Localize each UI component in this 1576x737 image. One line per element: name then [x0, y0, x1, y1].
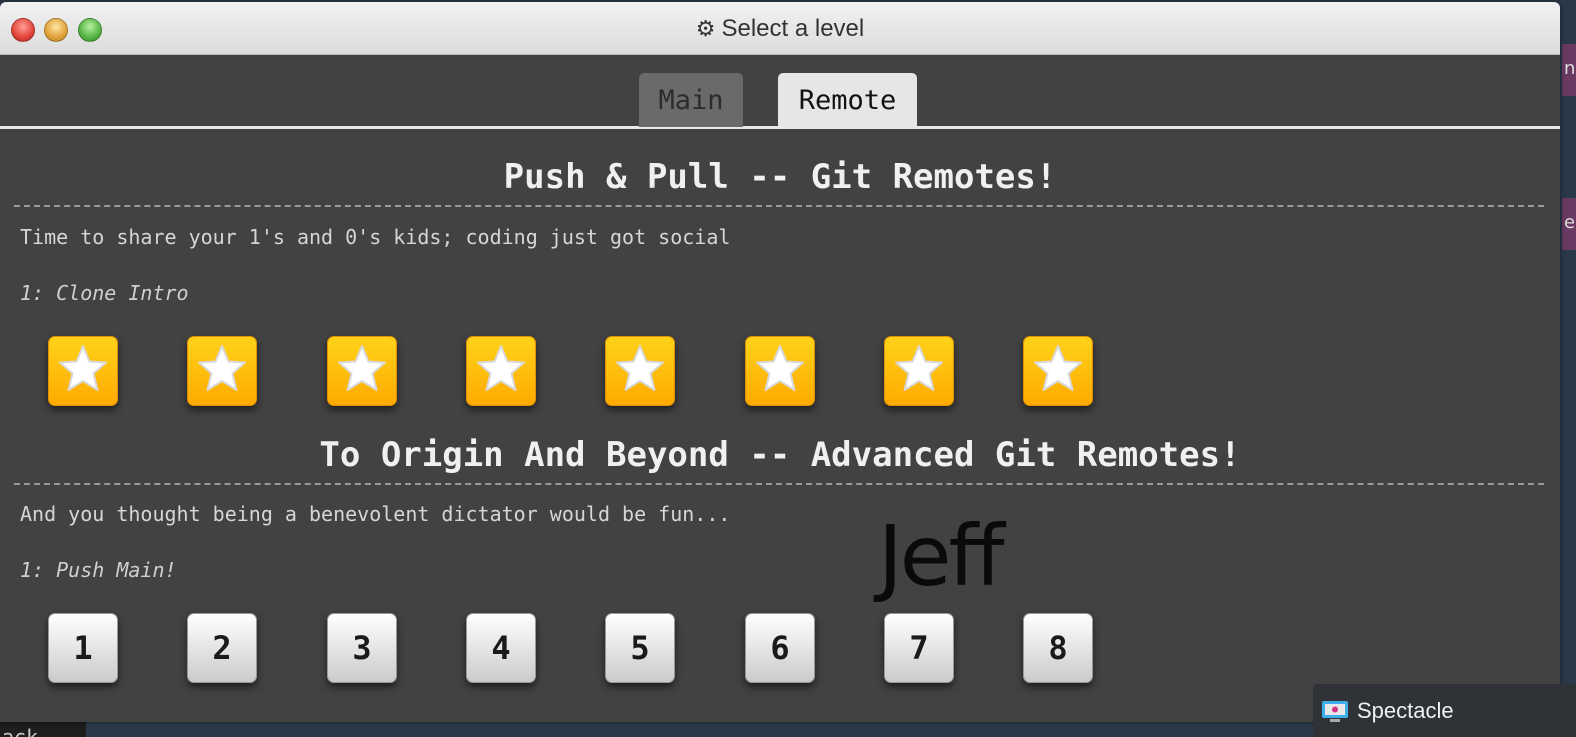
level-number: 3: [352, 629, 372, 667]
window-title-text: Select a level: [721, 14, 865, 42]
level-number: 8: [1048, 629, 1068, 667]
level-button[interactable]: 7: [884, 613, 954, 683]
level-button-completed[interactable]: [48, 336, 118, 406]
tab-remote[interactable]: Remote: [778, 73, 917, 127]
section-title: Push & Pull -- Git Remotes!: [503, 157, 1057, 197]
level-button-completed[interactable]: [187, 336, 257, 406]
level-button[interactable]: 3: [327, 613, 397, 683]
window-title: ⚙ Select a level: [0, 2, 1560, 55]
level-button-completed[interactable]: [605, 336, 675, 406]
level-number: 6: [770, 629, 790, 667]
level-button[interactable]: 8: [1023, 613, 1093, 683]
star-icon: [1031, 342, 1085, 400]
level-button[interactable]: 4: [466, 613, 536, 683]
current-level-name: 1: Push Main!: [20, 558, 177, 582]
level-number: 1: [73, 629, 93, 667]
background-window-tab: e: [1562, 198, 1576, 250]
background-window-tab: n: [1562, 44, 1576, 96]
star-icon: [474, 342, 528, 400]
level-button-completed[interactable]: [884, 336, 954, 406]
level-select-window: ⚙ Select a level Main Remote Push & Pull…: [0, 2, 1560, 722]
tab-bar: Main Remote: [0, 55, 1560, 129]
gear-icon: ⚙: [695, 15, 716, 41]
tab-main[interactable]: Main: [639, 73, 743, 127]
level-button-completed[interactable]: [327, 336, 397, 406]
section-divider: [14, 483, 1544, 485]
section-title: To Origin And Beyond -- Advanced Git Rem…: [319, 435, 1241, 475]
taskbar-item-spectacle[interactable]: Spectacle: [1313, 684, 1576, 737]
level-button-completed[interactable]: [1023, 336, 1093, 406]
spectacle-label: Spectacle: [1357, 697, 1454, 723]
level-number: 4: [491, 629, 511, 667]
level-button-completed[interactable]: [466, 336, 536, 406]
overlay-handwritten-text: Jeff: [878, 507, 1005, 605]
level-button[interactable]: 6: [745, 613, 815, 683]
spectacle-icon: [1321, 699, 1349, 723]
star-icon: [56, 342, 110, 400]
level-number: 2: [212, 629, 232, 667]
level-number: 5: [630, 629, 650, 667]
star-icon: [892, 342, 946, 400]
background-terminal-text: ack: [0, 720, 86, 737]
level-button[interactable]: 1: [48, 613, 118, 683]
star-icon: [753, 342, 807, 400]
level-button[interactable]: 5: [605, 613, 675, 683]
titlebar: ⚙ Select a level: [0, 2, 1560, 55]
level-number: 7: [909, 629, 929, 667]
section-description: And you thought being a benevolent dicta…: [20, 502, 731, 526]
star-icon: [613, 342, 667, 400]
section-divider: [14, 205, 1544, 207]
star-icon: [335, 342, 389, 400]
section-description: Time to share your 1's and 0's kids; cod…: [20, 225, 731, 249]
level-button[interactable]: 2: [187, 613, 257, 683]
current-level-name: 1: Clone Intro: [20, 281, 189, 305]
level-button-completed[interactable]: [745, 336, 815, 406]
star-icon: [195, 342, 249, 400]
